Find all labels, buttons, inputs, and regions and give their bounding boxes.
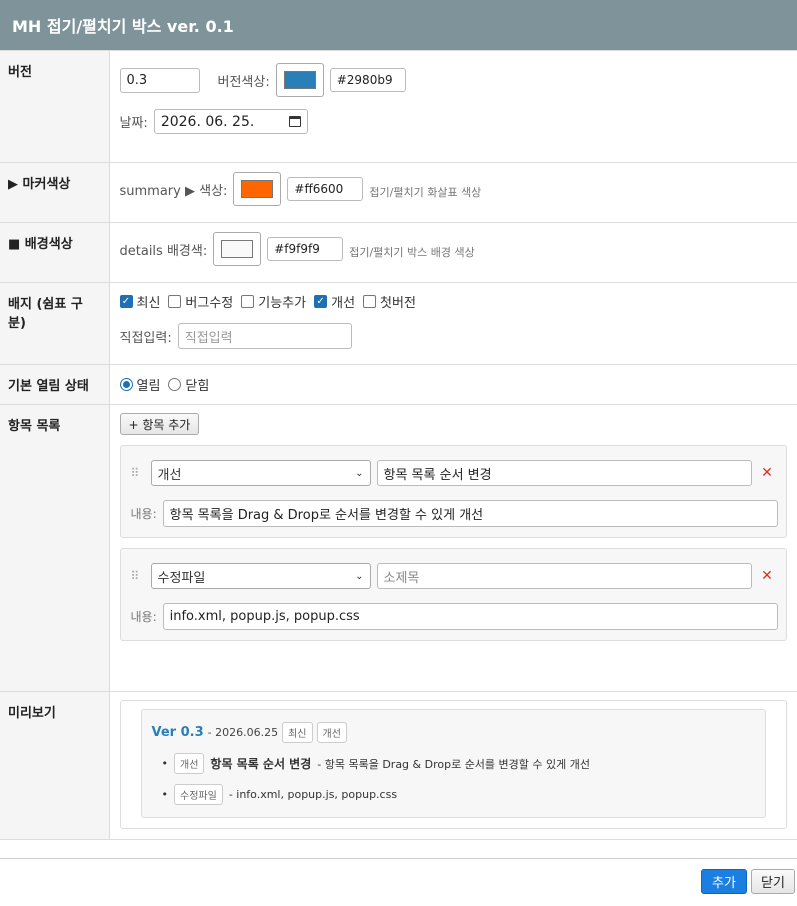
badge-option-label: 개선	[331, 296, 356, 311]
version-color-label: 버전색상:	[217, 74, 270, 90]
background-color-picker[interactable]	[213, 232, 262, 266]
item-type-value: 수정파일	[157, 570, 206, 586]
item-content-input[interactable]: info.xml, popup.js, popup.css	[162, 603, 778, 630]
background-color-label: ■ 배경색상	[0, 222, 110, 283]
badges-label: 배지 (쉼표 구분)	[0, 282, 110, 365]
preview-line: • 개선 항목 목록 순서 변경 - 항목 목록을 Drag & Drop로 순…	[162, 753, 756, 774]
preview-line: • 수정파일 - info.xml, popup.js, popup.css	[162, 784, 756, 805]
bullet-icon: •	[161, 757, 169, 770]
version-input[interactable]: 0.3	[119, 67, 200, 93]
closed-radio-label: 닫힘	[185, 379, 210, 394]
item-type-select[interactable]: 수정파일 ⌄	[150, 563, 371, 589]
calendar-icon[interactable]	[288, 116, 301, 127]
item-card[interactable]: ⠿ 수정파일 ⌄ 소제목 ✕ 내용: info.xml, popup.js, p…	[119, 548, 787, 641]
date-value: 2026. 06. 25.	[160, 113, 255, 130]
version-label: 버전	[0, 50, 110, 163]
delete-item-icon[interactable]: ✕	[758, 465, 776, 481]
badge-checkbox-improve[interactable]: ✓	[314, 295, 328, 308]
preview-badge: 최신	[282, 722, 313, 743]
item-title-input[interactable]: 소제목	[376, 563, 752, 589]
preview-date: - 2026.06.25	[207, 726, 279, 739]
badge-option-label: 첫버전	[380, 296, 416, 311]
badge-checkbox-bugfix[interactable]	[168, 295, 182, 308]
marker-color-swatch	[241, 180, 274, 198]
preview-panel: Ver 0.3 - 2026.06.25 최신 개선 • 개선 항목 목록 순서…	[119, 700, 787, 829]
marker-color-hex[interactable]: #ff6600	[287, 177, 364, 201]
marker-color-picker[interactable]	[233, 172, 282, 206]
add-button[interactable]: 추가	[701, 869, 747, 894]
closed-radio[interactable]	[168, 378, 182, 391]
badge-option-label: 최신	[136, 296, 161, 311]
date-label: 날짜:	[119, 116, 148, 131]
items-label: 항목 목록	[0, 404, 110, 692]
marker-prefix: summary ▶ 색상:	[119, 183, 228, 199]
background-color-swatch	[221, 240, 254, 258]
preview-line-tag: 개선	[174, 753, 205, 774]
item-type-value: 개선	[157, 467, 182, 483]
version-color-swatch	[283, 71, 316, 89]
preview-line-text: - 항목 목록을 Drag & Drop로 순서를 변경할 수 있게 개선	[317, 757, 590, 771]
bullet-icon: •	[161, 788, 169, 801]
badge-checkbox-feature[interactable]	[241, 295, 255, 308]
chevron-down-icon: ⌄	[355, 570, 364, 582]
background-hint: 접기/펼치기 박스 배경 색상	[349, 246, 475, 259]
item-card[interactable]: ⠿ 개선 ⌄ 항목 목록 순서 변경 ✕ 내용: 항목 목록을 Drag & D…	[119, 445, 787, 538]
preview-line-tag: 수정파일	[174, 784, 223, 805]
badge-checkbox-latest[interactable]: ✓	[119, 295, 133, 308]
badge-option-label: 버그수정	[185, 296, 234, 311]
direct-input[interactable]: 직접입력	[177, 323, 352, 349]
drag-handle-icon[interactable]: ⠿	[131, 569, 145, 583]
item-content-label: 내용:	[130, 610, 157, 624]
delete-item-icon[interactable]: ✕	[758, 568, 776, 584]
date-input[interactable]: 2026. 06. 25.	[153, 109, 308, 134]
item-content-label: 내용:	[130, 507, 157, 521]
preview-version: Ver 0.3	[151, 725, 204, 740]
settings-form: 버전 0.3 버전색상: #2980b9 날짜: 2026. 06. 25. ▶…	[0, 50, 797, 840]
marker-color-label: ▶ 마커색상	[0, 162, 110, 223]
open-state-label: 기본 열림 상태	[0, 364, 110, 405]
dialog-footer: 추가 닫기	[0, 858, 797, 906]
item-title-input[interactable]: 항목 목록 순서 변경	[376, 460, 752, 486]
background-prefix: details 배경색:	[119, 243, 208, 259]
preview-label: 미리보기	[0, 691, 110, 840]
preview-line-title: 항목 목록 순서 변경	[210, 757, 312, 771]
preview-line-text: - info.xml, popup.js, popup.css	[228, 788, 398, 801]
drag-handle-icon[interactable]: ⠿	[131, 466, 145, 480]
badge-option-label: 기능추가	[258, 296, 307, 311]
background-color-hex[interactable]: #f9f9f9	[267, 237, 344, 261]
open-radio-label: 열림	[136, 379, 161, 394]
version-color-picker[interactable]	[275, 63, 324, 97]
badge-checkbox-group: ✓ 최신 버그수정 기능추가 ✓ 개선 첫버전	[119, 292, 788, 311]
chevron-down-icon: ⌄	[355, 467, 364, 479]
add-item-button[interactable]: + 항목 추가	[119, 413, 200, 435]
preview-badge: 개선	[316, 722, 347, 743]
dialog-title: MH 접기/펼치기 박스 ver. 0.1	[0, 0, 797, 50]
preview-details-box: Ver 0.3 - 2026.06.25 최신 개선 • 개선 항목 목록 순서…	[140, 709, 766, 818]
open-radio[interactable]	[119, 378, 133, 391]
version-color-hex[interactable]: #2980b9	[329, 68, 406, 92]
item-type-select[interactable]: 개선 ⌄	[150, 460, 371, 486]
marker-hint: 접기/펼치기 화살표 색상	[369, 186, 482, 199]
direct-input-label: 직접입력:	[119, 330, 172, 346]
close-button[interactable]: 닫기	[751, 869, 795, 894]
badge-checkbox-first[interactable]	[363, 295, 377, 308]
item-content-input[interactable]: 항목 목록을 Drag & Drop로 순서를 변경할 수 있게 개선	[162, 500, 778, 527]
